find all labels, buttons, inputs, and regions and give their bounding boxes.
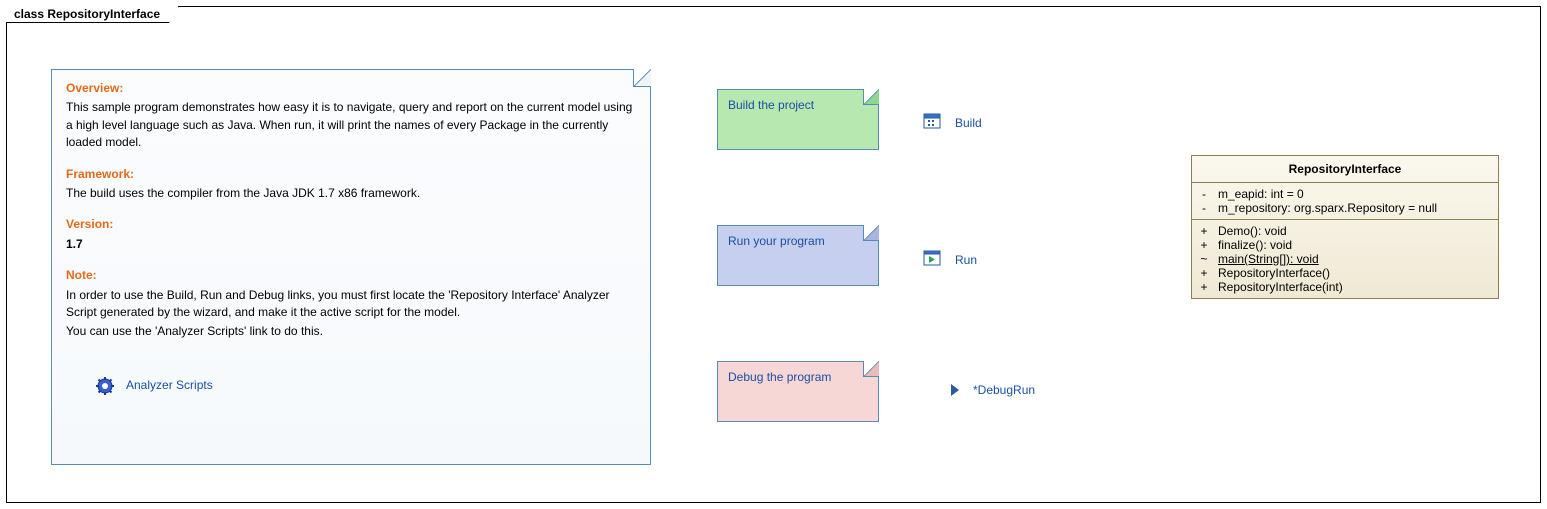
debug-label: *DebugRun (973, 383, 1035, 397)
class-member: -m_eapid: int = 0 (1200, 187, 1490, 201)
framework-heading: Framework: (66, 166, 636, 183)
class-operations: +Demo(): void+finalize(): void~main(Stri… (1192, 220, 1498, 298)
run-icon (923, 250, 941, 269)
class-title: RepositoryInterface (1192, 156, 1498, 183)
note-fold-icon (863, 361, 879, 377)
class-member: +RepositoryInterface() (1200, 266, 1490, 280)
build-link[interactable]: Build (923, 113, 982, 132)
version-value: 1.7 (66, 236, 636, 253)
class-repositoryinterface[interactable]: RepositoryInterface -m_eapid: int = 0-m_… (1191, 155, 1499, 299)
class-member: +Demo(): void (1200, 224, 1490, 238)
sticky-debug-label: Debug the program (728, 370, 831, 384)
class-member: +finalize(): void (1200, 238, 1490, 252)
diagram-frame: class RepositoryInterface Overview: This… (6, 6, 1541, 503)
analyzer-scripts-label: Analyzer Scripts (126, 377, 213, 394)
note-text-2: You can use the 'Analyzer Scripts' link … (66, 323, 636, 340)
note-fold-icon (633, 69, 651, 87)
class-member: -m_repository: org.sparx.Repository = nu… (1200, 201, 1490, 215)
run-link[interactable]: Run (923, 250, 977, 269)
analyzer-scripts-link[interactable]: Analyzer Scripts (96, 377, 636, 395)
frame-title: class RepositoryInterface (6, 6, 179, 23)
note-text-1: In order to use the Build, Run and Debug… (66, 287, 636, 322)
gear-icon (96, 377, 114, 395)
build-label: Build (955, 116, 982, 130)
overview-note: Overview: This sample program demonstrat… (51, 69, 651, 465)
build-icon (923, 113, 941, 132)
debug-link[interactable]: *DebugRun (951, 383, 1035, 397)
framework-text: The build uses the compiler from the Jav… (66, 185, 636, 202)
sticky-debug: Debug the program (717, 361, 879, 422)
class-attributes: -m_eapid: int = 0-m_repository: org.spar… (1192, 183, 1498, 220)
version-heading: Version: (66, 216, 636, 233)
note-heading: Note: (66, 267, 636, 284)
sticky-run-label: Run your program (728, 234, 825, 248)
play-icon (951, 384, 959, 396)
note-fold-icon (863, 89, 879, 105)
overview-text: This sample program demonstrates how eas… (66, 99, 636, 151)
sticky-build: Build the project (717, 89, 879, 150)
run-label: Run (955, 253, 977, 267)
class-member: +RepositoryInterface(int) (1200, 280, 1490, 294)
overview-heading: Overview: (66, 80, 636, 97)
note-fold-icon (863, 225, 879, 241)
sticky-build-label: Build the project (728, 98, 814, 112)
class-member: ~main(String[]): void (1200, 252, 1490, 266)
sticky-run: Run your program (717, 225, 879, 286)
